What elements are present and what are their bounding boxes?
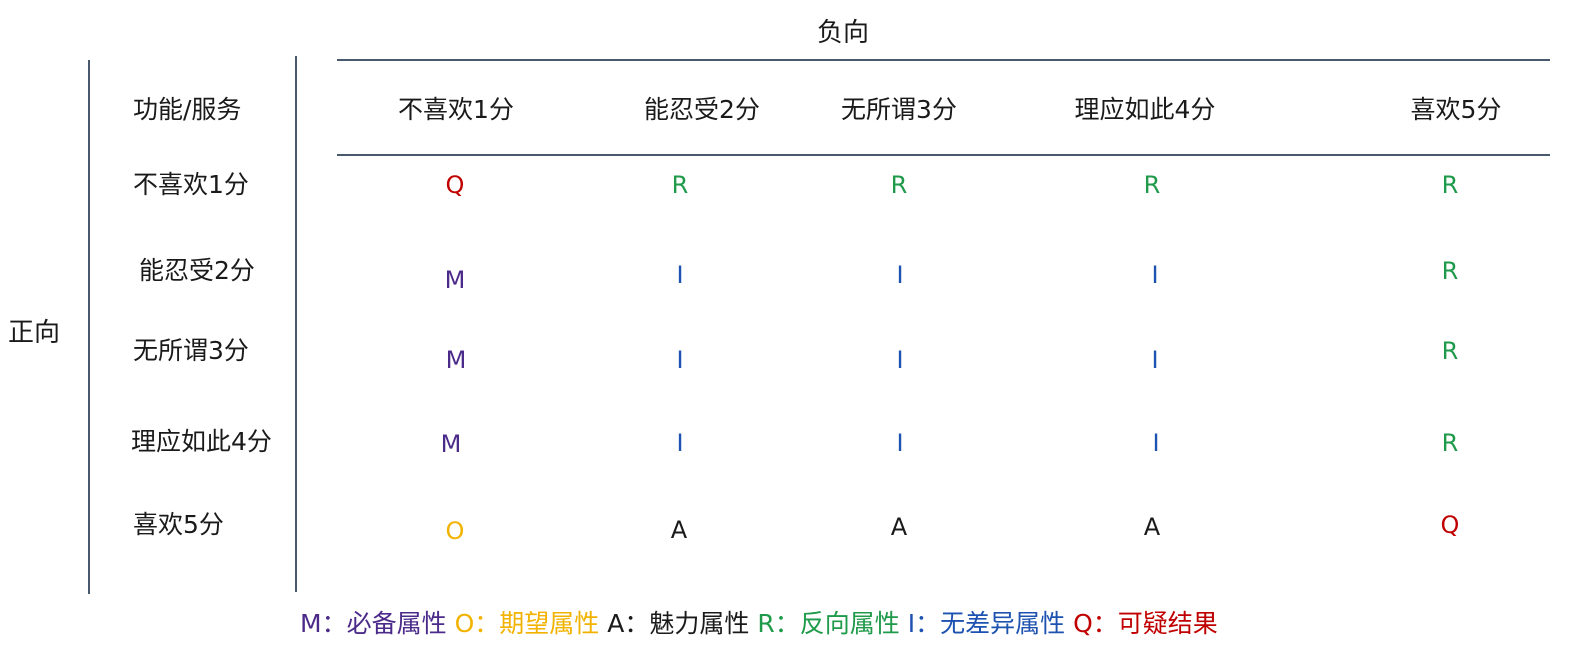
matrix-cell: I: [896, 261, 904, 289]
matrix-cell: R: [671, 171, 689, 199]
legend-item-o: O：期望属性: [454, 609, 600, 638]
legend-item-r: R：反向属性: [757, 609, 900, 638]
column-header: 理应如此4分: [1074, 95, 1216, 124]
matrix-cell: A: [1143, 513, 1161, 541]
column-header: 不喜欢1分: [398, 95, 514, 124]
row-label-divider: [295, 56, 297, 592]
matrix-cell: O: [445, 517, 465, 545]
matrix-cell: I: [1151, 346, 1159, 374]
matrix-cell: M: [445, 346, 467, 374]
outer-left-divider: [88, 60, 90, 594]
matrix-cell: I: [676, 429, 684, 457]
negative-axis-label: 负向: [816, 18, 870, 48]
row-label: 能忍受2分: [139, 256, 255, 285]
matrix-cell: I: [676, 261, 684, 289]
matrix-cell: R: [890, 171, 908, 199]
row-label: 喜欢5分: [133, 510, 224, 539]
corner-label: 功能/服务: [133, 95, 242, 124]
row-label: 理应如此4分: [131, 427, 272, 456]
positive-axis-label: 正向: [8, 318, 61, 348]
column-header: 喜欢5分: [1410, 95, 1502, 124]
legend: M：必备属性 O：期望属性 A：魅力属性 R：反向属性 I：无差异属性 Q：可疑结果: [300, 604, 1226, 640]
matrix-cell: Q: [1440, 511, 1460, 539]
legend-item-q: Q：可疑结果: [1073, 609, 1218, 638]
matrix-cell: R: [1143, 171, 1161, 199]
header-top-rule: [337, 59, 1550, 61]
matrix-cell: R: [1441, 337, 1459, 365]
matrix-cell: Q: [445, 171, 465, 199]
legend-item-m: M：必备属性: [300, 609, 447, 638]
legend-item-i: I：无差异属性: [907, 609, 1066, 638]
matrix-cell: I: [896, 346, 904, 374]
row-label: 无所谓3分: [133, 336, 249, 365]
matrix-cell: R: [1441, 429, 1459, 457]
header-bottom-rule: [337, 154, 1550, 156]
matrix-cell: I: [1152, 429, 1160, 457]
matrix-cell: R: [1441, 257, 1459, 285]
legend-item-a: A：魅力属性: [607, 609, 750, 638]
row-label: 不喜欢1分: [133, 170, 249, 199]
matrix-cell: A: [890, 513, 908, 541]
column-header: 无所谓3分: [841, 95, 957, 124]
matrix-cell: R: [1441, 171, 1459, 199]
matrix-cell: A: [670, 516, 688, 544]
matrix-cell: I: [1151, 261, 1159, 289]
matrix-cell: I: [676, 346, 684, 374]
matrix-cell: M: [444, 266, 466, 294]
matrix-cell: I: [896, 429, 904, 457]
column-header: 能忍受2分: [644, 95, 760, 124]
matrix-cell: M: [440, 430, 462, 458]
